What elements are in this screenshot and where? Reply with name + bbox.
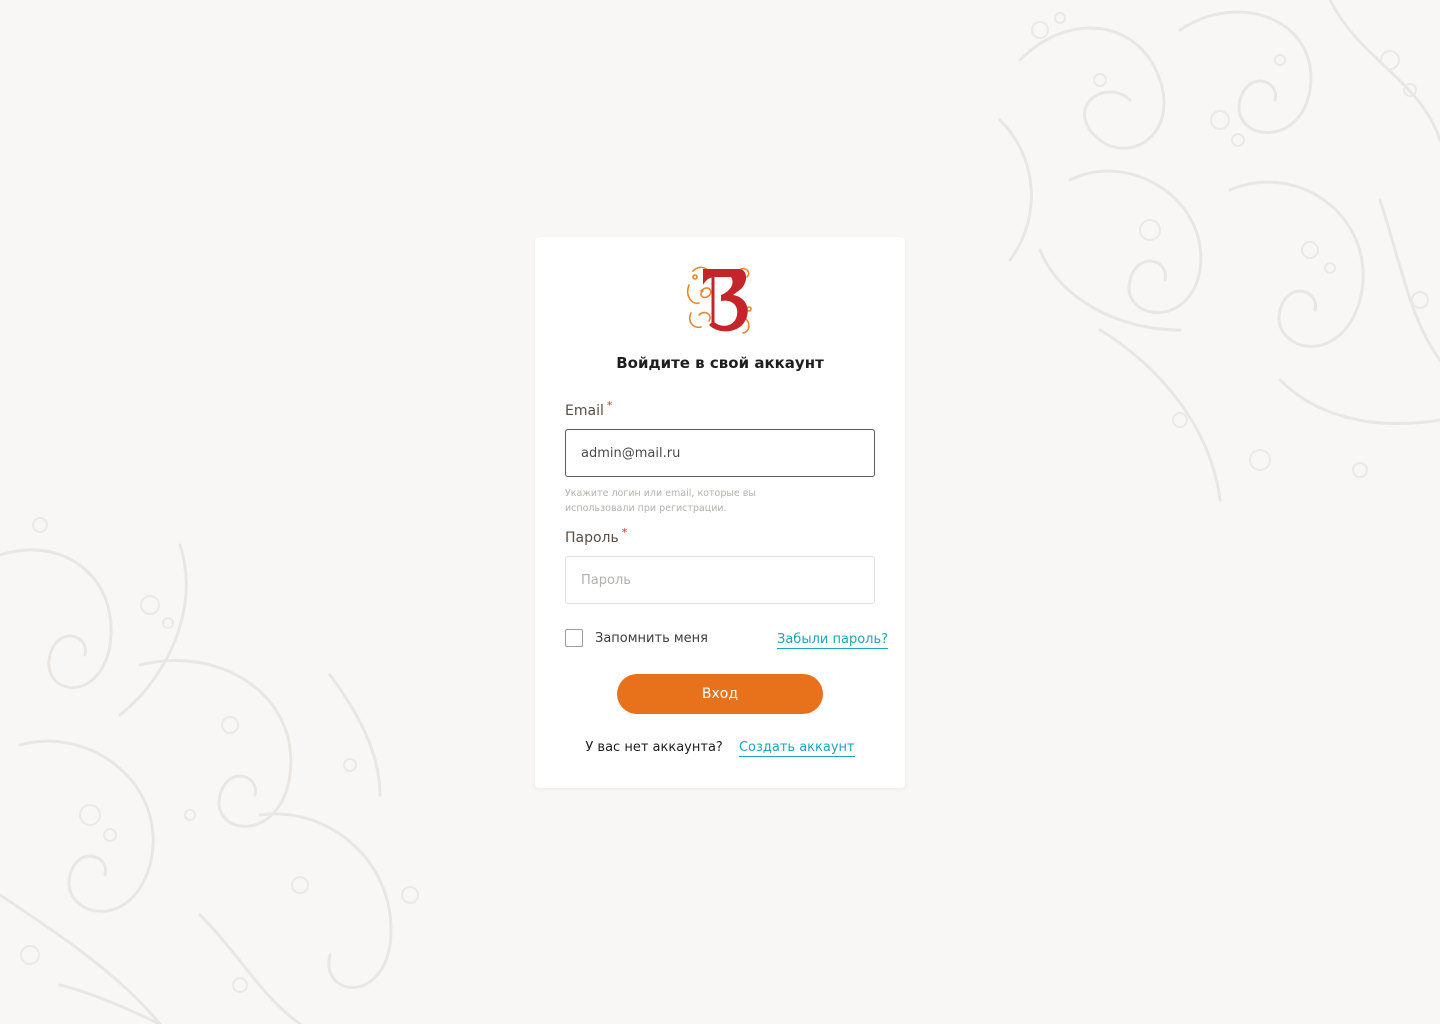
forgot-password-link[interactable]: Забыли пароль? xyxy=(777,632,889,649)
brand-logo xyxy=(686,266,752,334)
required-asterisk: * xyxy=(606,399,613,412)
password-field[interactable] xyxy=(565,556,875,604)
email-field[interactable] xyxy=(565,429,875,477)
login-page: Войдите в свой аккаунт Email* Укажите ло… xyxy=(0,0,1440,1024)
password-label-text: Пароль xyxy=(565,530,619,546)
required-asterisk: * xyxy=(621,526,628,539)
signup-row: У вас нет аккаунта? Создать аккаунт xyxy=(535,740,905,757)
remember-me-checkbox[interactable] xyxy=(565,629,583,647)
email-label: Email * xyxy=(565,399,612,419)
floral-ornament-bottom-left xyxy=(0,517,419,1024)
email-label-text: Email xyxy=(565,403,604,419)
remember-me-label[interactable]: Запомнить меня xyxy=(595,631,708,646)
signup-prompt: У вас нет аккаунта? xyxy=(585,740,723,755)
floral-ornament-top-right xyxy=(998,0,1440,502)
login-card: Войдите в свой аккаунт Email* Укажите ло… xyxy=(535,237,905,788)
email-hint: Укажите логин или email, которые вы испо… xyxy=(565,488,756,514)
password-label: Пароль * xyxy=(565,526,627,546)
login-button[interactable]: Вход xyxy=(617,674,823,714)
page-title: Войдите в свой аккаунт xyxy=(616,354,824,372)
create-account-link[interactable]: Создать аккаунт xyxy=(738,740,855,757)
